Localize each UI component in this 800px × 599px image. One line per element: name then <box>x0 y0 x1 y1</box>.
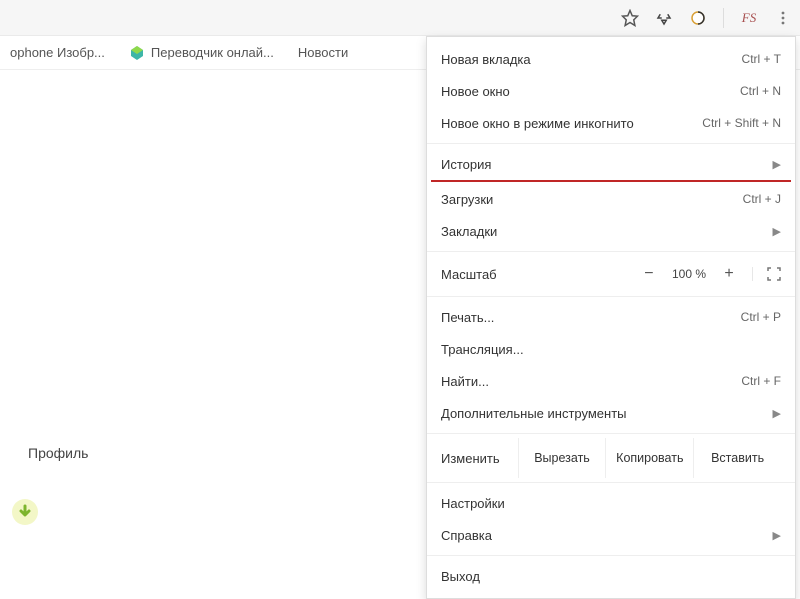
chevron-right-icon: ▶ <box>773 407 781 420</box>
menu-divider <box>427 143 795 144</box>
menu-cast[interactable]: Трансляция... <box>427 333 795 365</box>
bookmark-item[interactable]: Новости <box>298 45 348 60</box>
zoom-value: 100 % <box>672 267 706 281</box>
address-bar: FS <box>0 0 800 36</box>
chevron-right-icon: ▶ <box>773 158 781 171</box>
chrome-menu-button[interactable] <box>774 9 792 27</box>
fs-extension-icon[interactable]: FS <box>740 9 758 27</box>
menu-label: Трансляция... <box>441 342 524 357</box>
menu-divider <box>427 251 795 252</box>
menu-label: Новая вкладка <box>441 52 531 67</box>
menu-edit-row: Изменить Вырезать Копировать Вставить <box>427 438 795 478</box>
chevron-right-icon: ▶ <box>773 225 781 238</box>
menu-shortcut: Ctrl + Shift + N <box>702 116 781 130</box>
translate-favicon-icon <box>129 45 145 61</box>
bookmark-label: Новости <box>298 45 348 60</box>
menu-label: Настройки <box>441 496 505 511</box>
menu-help[interactable]: Справка ▶ <box>427 519 795 551</box>
menu-label: Выход <box>441 569 480 584</box>
menu-label: Закладки <box>441 224 497 239</box>
menu-divider <box>427 555 795 556</box>
menu-shortcut: Ctrl + J <box>743 192 781 206</box>
menu-find[interactable]: Найти... Ctrl + F <box>427 365 795 397</box>
menu-label: Масштаб <box>441 267 497 282</box>
profile-heading: Профиль <box>28 445 88 461</box>
menu-more-tools[interactable]: Дополнительные инструменты ▶ <box>427 397 795 429</box>
bookmark-label: Переводчик онлай... <box>151 45 274 60</box>
menu-label: Найти... <box>441 374 489 389</box>
menu-label: Справка <box>441 528 492 543</box>
menu-bookmarks[interactable]: Закладки ▶ <box>427 215 795 247</box>
menu-label: Новое окно <box>441 84 510 99</box>
zoom-in-button[interactable]: + <box>720 265 738 283</box>
edit-paste-button[interactable]: Вставить <box>693 438 781 478</box>
menu-zoom: Масштаб − 100 % + <box>427 256 795 292</box>
bookmark-item[interactable]: Переводчик онлай... <box>129 45 274 61</box>
menu-label: Загрузки <box>441 192 493 207</box>
menu-label: Печать... <box>441 310 494 325</box>
swirl-extension-icon[interactable] <box>689 9 707 27</box>
bookmark-label: ophone Изобр... <box>10 45 105 60</box>
menu-exit[interactable]: Выход <box>427 560 795 592</box>
menu-label: История <box>441 157 491 172</box>
menu-label: Дополнительные инструменты <box>441 406 627 421</box>
chevron-right-icon: ▶ <box>773 529 781 542</box>
recycle-icon[interactable] <box>655 9 673 27</box>
menu-print[interactable]: Печать... Ctrl + P <box>427 301 795 333</box>
menu-new-window[interactable]: Новое окно Ctrl + N <box>427 75 795 107</box>
fullscreen-button[interactable] <box>752 267 781 281</box>
edit-cut-button[interactable]: Вырезать <box>518 438 606 478</box>
menu-downloads[interactable]: Загрузки Ctrl + J <box>427 183 795 215</box>
menu-settings[interactable]: Настройки <box>427 487 795 519</box>
menu-shortcut: Ctrl + T <box>742 52 781 66</box>
history-highlight-underline <box>431 180 791 182</box>
menu-divider <box>427 482 795 483</box>
bookmark-item[interactable]: ophone Изобр... <box>10 45 105 60</box>
menu-new-tab[interactable]: Новая вкладка Ctrl + T <box>427 43 795 75</box>
menu-divider <box>427 296 795 297</box>
menu-divider <box>427 433 795 434</box>
menu-new-incognito[interactable]: Новое окно в режиме инкогнито Ctrl + Shi… <box>427 107 795 139</box>
menu-shortcut: Ctrl + N <box>740 84 781 98</box>
star-icon[interactable] <box>621 9 639 27</box>
zoom-out-button[interactable]: − <box>640 265 658 283</box>
toolbar-separator <box>723 8 724 28</box>
menu-history[interactable]: История ▶ <box>427 148 795 180</box>
chrome-main-menu: Новая вкладка Ctrl + T Новое окно Ctrl +… <box>426 36 796 599</box>
edit-copy-button[interactable]: Копировать <box>605 438 693 478</box>
menu-label: Новое окно в режиме инкогнито <box>441 116 634 131</box>
menu-shortcut: Ctrl + P <box>741 310 781 324</box>
download-arrow-icon[interactable] <box>12 499 38 525</box>
menu-label: Изменить <box>441 451 518 466</box>
menu-shortcut: Ctrl + F <box>741 374 781 388</box>
